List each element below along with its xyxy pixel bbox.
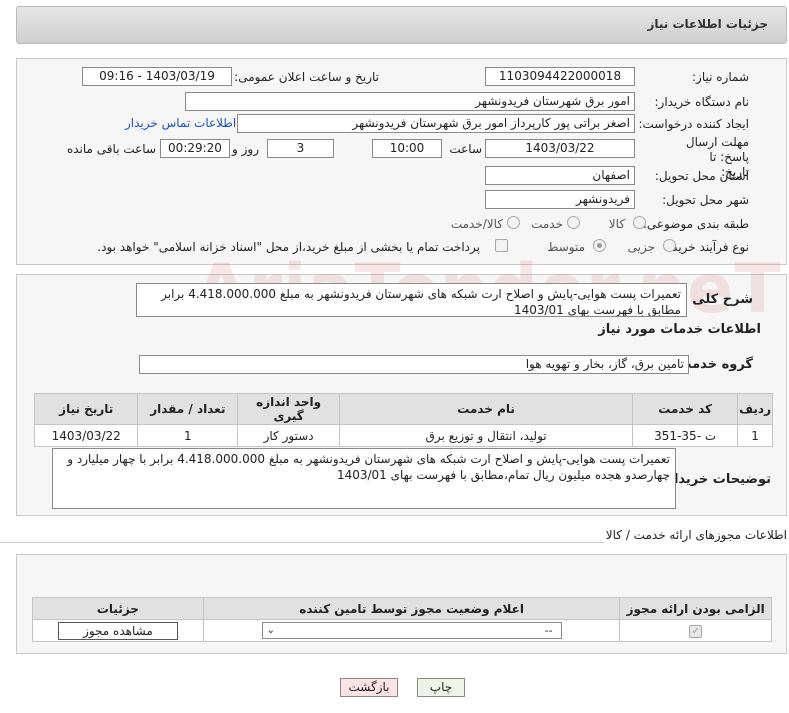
buyer-notes-text[interactable]: تعمیرات پست هوایی-پایش و اصلاح ارت شبکه … (52, 448, 676, 509)
services-section-title: اطلاعات خدمات مورد نیاز (598, 322, 761, 337)
back-button[interactable]: بازگشت (340, 678, 398, 697)
chevron-down-icon: ⌄ (266, 625, 276, 636)
remaining-time-field[interactable]: 00:29:20 (160, 139, 230, 158)
permit-col-required: الزامی بودن ارائه مجوز (619, 597, 772, 620)
col-date: تاریخ نیاز (33, 393, 139, 425)
category-option-goods: کالا (608, 217, 625, 231)
cell-unit: دستور کار (237, 424, 340, 447)
col-qty: تعداد / مقدار (137, 393, 239, 425)
category-label: طبقه بندی موضوعی: (642, 217, 749, 231)
cell-name: تولید، انتقال و توزیع برق (338, 424, 634, 447)
deadline-date-field[interactable]: 1403/03/22 (485, 139, 635, 158)
days-field[interactable]: 3 (267, 139, 334, 158)
permit-details-cell: مشاهده مجوز (32, 619, 204, 642)
buyer-notes-label: توضیحات خریدار: (661, 472, 771, 487)
permit-col-details: جزئیات (32, 597, 204, 620)
page-header: جزئیات اطلاعات نیاز (16, 6, 787, 44)
services-table: ردیف کد خدمت نام خدمت واحد اندازه گیری ت… (33, 393, 773, 447)
col-code: کد خدمت (632, 393, 739, 425)
view-permit-button[interactable]: مشاهده مجوز (57, 621, 178, 640)
permits-divider (0, 542, 605, 543)
buyer-org-field[interactable]: امور برق شهرستان فریدونشهر (185, 92, 635, 111)
need-number-label: شماره نیاز: (692, 70, 749, 84)
permit-col-status: اعلام وضعیت مجوز توسط تامین کننده (202, 597, 621, 620)
creator-field[interactable]: اصغر براتی پور کارپرداز امور برق شهرستان… (237, 114, 635, 133)
permits-section-title: اطلاعات مجوزهای ارائه خدمت / کالا (605, 528, 787, 542)
cell-idx: 1 (737, 424, 773, 447)
page-title: جزئیات اطلاعات نیاز (647, 17, 768, 31)
category-option-service: خدمت (531, 217, 563, 231)
permit-status-select[interactable]: -- ⌄ (261, 622, 562, 639)
col-idx: ردیف (737, 393, 773, 425)
permit-required-cell: ✓ (619, 619, 772, 642)
category-radio-service[interactable] (567, 216, 580, 229)
category-radio-goods-service[interactable] (507, 216, 520, 229)
table-row: ✓ -- ⌄ مشاهده مجوز (32, 619, 772, 642)
permit-required-checkbox[interactable]: ✓ (689, 624, 703, 638)
city-field[interactable]: فریدونشهر (485, 190, 635, 209)
cell-code: ت -35-351 (632, 424, 739, 447)
city-label: شهر محل تحویل: (662, 193, 749, 207)
permit-status-cell: -- ⌄ (202, 619, 621, 642)
service-group-field[interactable]: تامین برق، گاز، بخار و تهویه هوا (139, 355, 689, 374)
deadline-time-field[interactable]: 10:00 (372, 139, 442, 158)
days-label: روز و (232, 142, 259, 156)
print-button[interactable]: چاپ (417, 678, 465, 697)
province-label: استان محل تحویل: (654, 169, 749, 183)
col-name: نام خدمت (338, 393, 634, 425)
summary-text[interactable]: تعمیرات پست هوایی-پایش و اصلاح ارت شبکه … (136, 283, 687, 317)
creator-label: ایجاد کننده درخواست: (638, 117, 749, 131)
cell-date: 1403/03/22 (33, 424, 139, 447)
col-unit: واحد اندازه گیری (237, 393, 340, 425)
category-radio-goods[interactable] (633, 216, 646, 229)
announce-label: تاریخ و ساعت اعلان عمومی: (234, 70, 379, 84)
cell-qty: 1 (137, 424, 239, 447)
remaining-label: ساعت باقی مانده (66, 142, 156, 156)
deadline-time-label: ساعت (449, 142, 482, 156)
need-info-panel (16, 58, 787, 265)
need-number-field[interactable]: 1103094422000018 (485, 67, 635, 86)
permits-table: الزامی بودن ارائه مجوز اعلام وضعیت مجوز … (32, 597, 772, 642)
announce-field[interactable]: 1403/03/19 - 09:16 (82, 67, 232, 86)
buyer-contact-link[interactable]: اطلاعات تماس خریدار (125, 116, 236, 130)
table-row: 1 ت -35-351 تولید، انتقال و توزیع برق دس… (33, 424, 773, 447)
buyer-org-label: نام دستگاه خریدار: (654, 95, 750, 109)
province-field[interactable]: اصفهان (485, 166, 635, 185)
category-option-goods-service: کالا/خدمت (450, 217, 503, 231)
permit-status-value: -- (544, 624, 553, 637)
